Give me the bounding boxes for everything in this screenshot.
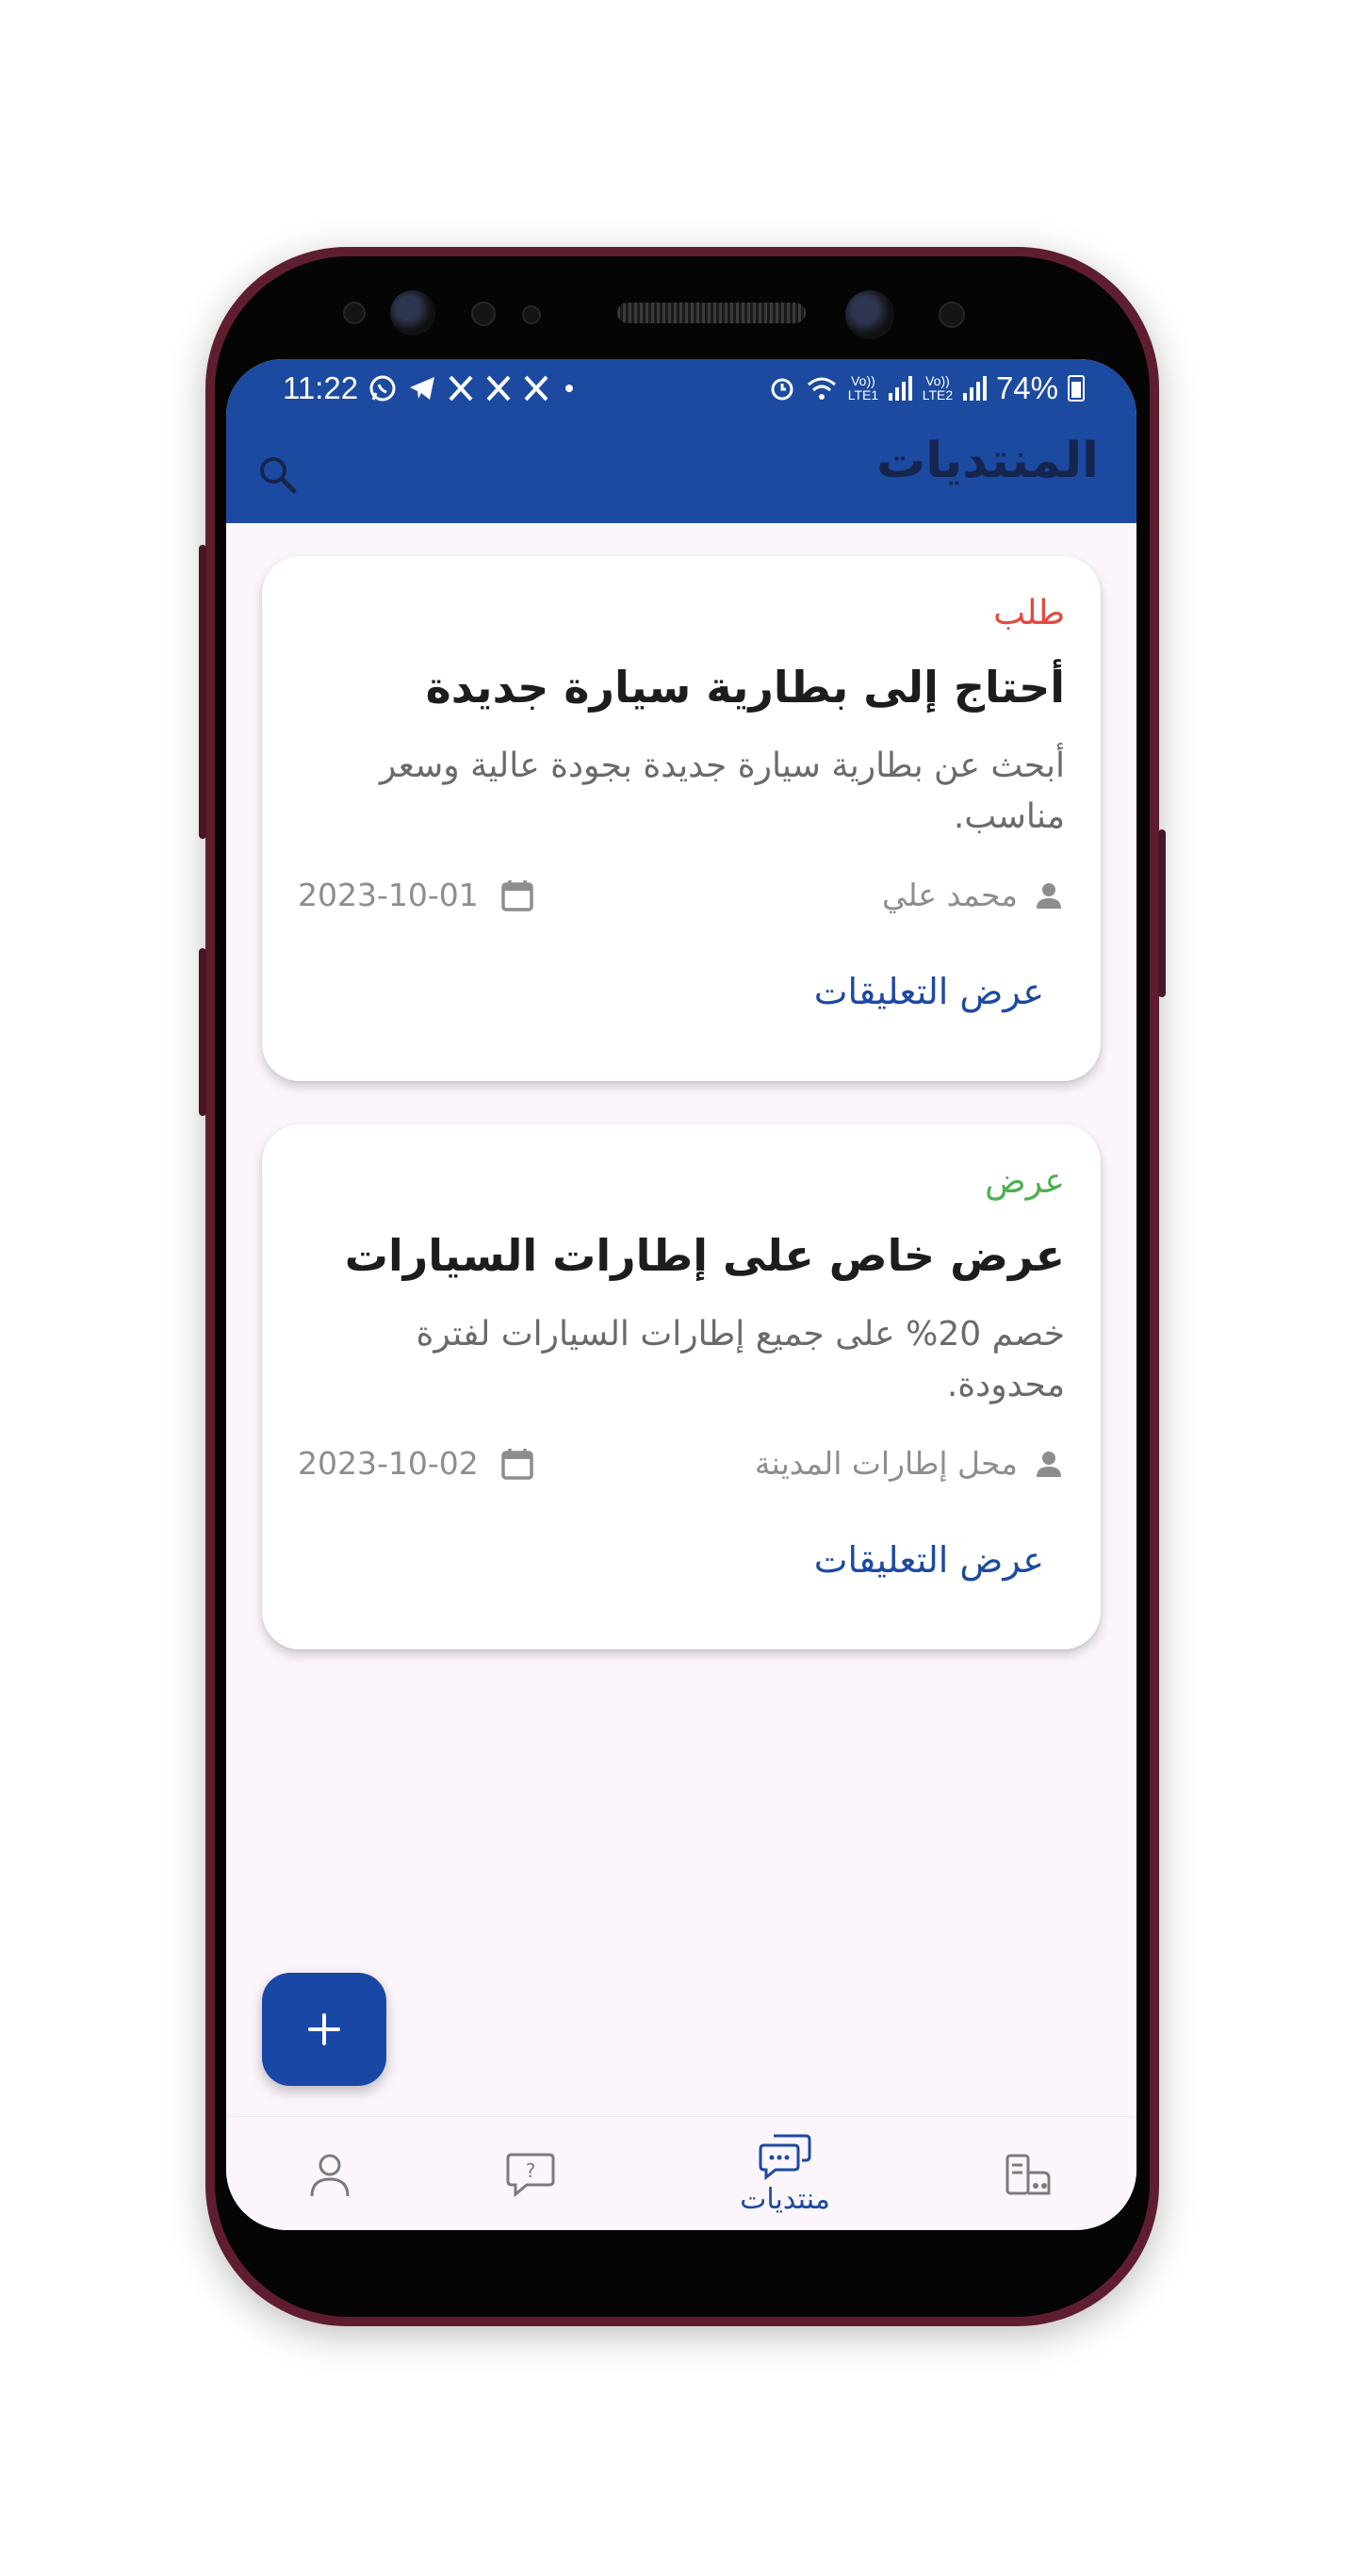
proximity-sensor (343, 302, 366, 324)
earpiece-speaker (617, 303, 806, 323)
post-date: 2023-10-02 (298, 1445, 535, 1482)
nav-item-forums[interactable]: منتديات (714, 2117, 856, 2230)
add-post-button[interactable] (262, 1973, 386, 2086)
status-time: 11:22 (283, 370, 359, 405)
post-title: عرض خاص على إطارات السيارات (344, 1230, 1065, 1281)
post-date: 2023-10-01 (298, 877, 535, 913)
post-type-badge: طلب (993, 594, 1065, 632)
wifi-icon (807, 377, 836, 400)
telegram-icon (410, 377, 435, 400)
plus-icon (308, 2013, 340, 2045)
post-description: خصم 20% على جميع إطارات السيارات لفترة م… (416, 1315, 1065, 1404)
calendar-icon (501, 1448, 533, 1480)
post-type-badge: عرض (985, 1162, 1065, 1201)
person-icon (1037, 882, 1061, 909)
iris-led (939, 302, 965, 328)
bottom-navigation: ? منتديات (226, 2116, 1136, 2230)
x-icon (449, 375, 473, 402)
front-camera (845, 290, 894, 339)
nav-item-profile[interactable] (259, 2117, 401, 2230)
catalog-icon (1005, 2154, 1051, 2194)
whatsapp-icon (369, 375, 396, 402)
view-comments-button[interactable]: عرض التعليقات (814, 971, 1044, 1012)
x-icon (486, 375, 511, 402)
status-bar: 11:22 Vo)) LTE1 Vo)) LTE2 74% (226, 359, 1136, 425)
bixby-button (199, 948, 206, 1116)
iris-scanner (390, 290, 435, 336)
led-sensor (522, 305, 541, 324)
post-author: محل إطارات المدينة (755, 1445, 1065, 1482)
calendar-icon (501, 879, 533, 911)
forums-icon (759, 2134, 811, 2181)
power-button (1158, 829, 1166, 997)
search-icon[interactable] (254, 451, 302, 499)
post-author-name: محل إطارات المدينة (754, 1445, 1018, 1482)
light-sensor (471, 302, 496, 326)
help-icon: ? (506, 2153, 555, 2197)
x-icon (524, 375, 548, 402)
battery-percent: 74% (995, 370, 1058, 405)
post-date-text: 2023-10-01 (298, 877, 479, 913)
post-card[interactable]: طلب أحتاج إلى بطارية سيارة جديدة أبحث عن… (262, 556, 1101, 1081)
status-right: Vo)) LTE1 Vo)) LTE2 74% (768, 370, 1085, 406)
signal-2-icon (962, 376, 987, 401)
post-card[interactable]: عرض عرض خاص على إطارات السيارات خصم 20% … (262, 1124, 1101, 1649)
svg-text:?: ? (526, 2159, 536, 2182)
post-author: محمد علي (882, 877, 1065, 913)
alarm-icon (771, 378, 793, 401)
dot-icon (565, 385, 574, 392)
post-description: أبحث عن بطارية سيارة جديدة بجودة عالية و… (379, 747, 1065, 836)
nav-item-catalog[interactable] (957, 2117, 1099, 2230)
status-left: 11:22 (283, 370, 579, 406)
app-bar: 11:22 Vo)) LTE1 Vo)) LTE2 74% المنتديات (226, 359, 1136, 523)
battery-icon (1068, 375, 1085, 402)
person-icon (1037, 1451, 1061, 1477)
app-screen: 11:22 Vo)) LTE1 Vo)) LTE2 74% المنتديات … (226, 359, 1136, 2230)
signal-1-icon (888, 376, 912, 401)
network-2-label: Vo)) LTE2 (922, 373, 954, 402)
page-title: المنتديات (875, 433, 1099, 489)
post-author-name: محمد علي (882, 877, 1018, 913)
nav-label-forums: منتديات (740, 2183, 830, 2216)
view-comments-button[interactable]: عرض التعليقات (814, 1539, 1044, 1581)
nav-item-help[interactable]: ? (460, 2117, 601, 2230)
profile-icon (310, 2154, 350, 2196)
post-title: أحتاج إلى بطارية سيارة جديدة (425, 662, 1065, 713)
post-date-text: 2023-10-02 (298, 1445, 479, 1482)
volume-up-button (199, 545, 206, 839)
network-1-label: Vo)) LTE1 (847, 373, 879, 402)
